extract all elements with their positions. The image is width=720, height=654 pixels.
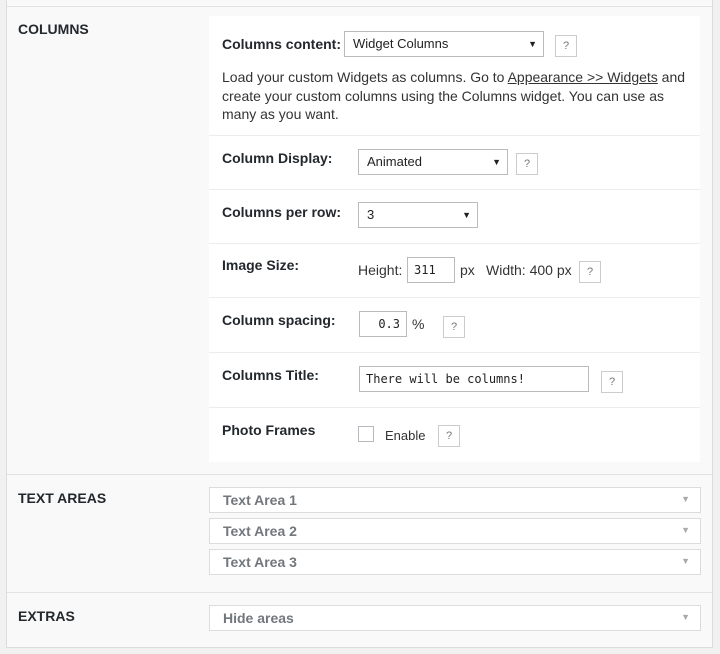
height-label: Height: <box>358 262 403 278</box>
section-title-columns: COLUMNS <box>18 21 89 37</box>
columns-per-row-value: 3 <box>367 207 375 222</box>
columns-content-value: Widget Columns <box>353 36 449 51</box>
row-columns-content: Columns content: Widget Columns ▼ ? Load… <box>209 16 700 136</box>
divider <box>7 592 712 593</box>
width-text: Width: 400 px <box>486 262 572 278</box>
columns-per-row-select[interactable]: 3 ▼ <box>358 202 478 228</box>
columns-settings-box: Columns content: Widget Columns ▼ ? Load… <box>209 16 700 462</box>
hide-areas-label: Hide areas <box>223 610 294 626</box>
help-button[interactable]: ? <box>438 425 460 447</box>
row-photo-frames: Photo Frames Enable ? <box>209 408 700 462</box>
columns-content-label: Columns content: <box>222 36 341 52</box>
chevron-down-icon: ▼ <box>528 39 537 49</box>
chevron-down-icon: ▼ <box>681 556 690 566</box>
divider <box>7 6 712 7</box>
text-area-3-toggle[interactable]: Text Area 3 ▼ <box>209 549 701 575</box>
chevron-down-icon: ▼ <box>681 494 690 504</box>
columns-content-description: Load your custom Widgets as columns. Go … <box>222 68 692 124</box>
chevron-down-icon: ▼ <box>492 157 501 167</box>
help-button[interactable]: ? <box>555 35 577 57</box>
help-button[interactable]: ? <box>579 261 601 283</box>
divider <box>7 474 712 475</box>
appearance-widgets-link[interactable]: Appearance >> Widgets <box>508 69 658 85</box>
hide-areas-toggle[interactable]: Hide areas ▼ <box>209 605 701 631</box>
image-height-input[interactable]: 311 <box>407 257 455 283</box>
enable-label: Enable <box>385 428 426 443</box>
help-button[interactable]: ? <box>443 316 465 338</box>
row-columns-per-row: Columns per row: 3 ▼ <box>209 190 700 244</box>
columns-per-row-label: Columns per row: <box>222 204 342 220</box>
text-area-1-label: Text Area 1 <box>223 492 297 508</box>
columns-title-label: Columns Title: <box>222 367 319 383</box>
text-area-2-label: Text Area 2 <box>223 523 297 539</box>
photo-frames-label: Photo Frames <box>222 422 316 438</box>
section-title-extras: EXTRAS <box>18 608 75 624</box>
photo-frames-checkbox[interactable] <box>358 426 374 442</box>
height-unit: px <box>460 262 475 278</box>
chevron-down-icon: ▼ <box>681 612 690 622</box>
help-button[interactable]: ? <box>601 371 623 393</box>
columns-content-select[interactable]: Widget Columns ▼ <box>344 31 544 57</box>
row-column-display: Column Display: Animated ▼ ? <box>209 136 700 190</box>
help-button[interactable]: ? <box>516 153 538 175</box>
description-text: Load your custom Widgets as columns. Go … <box>222 69 508 85</box>
column-spacing-label: Column spacing: <box>222 312 336 328</box>
column-display-select[interactable]: Animated ▼ <box>358 149 508 175</box>
column-display-label: Column Display: <box>222 150 333 166</box>
columns-title-input[interactable]: There will be columns! <box>359 366 589 392</box>
row-columns-title: Columns Title: There will be columns! ? <box>209 353 700 408</box>
section-title-text-areas: TEXT AREAS <box>18 490 107 506</box>
text-area-1-toggle[interactable]: Text Area 1 ▼ <box>209 487 701 513</box>
chevron-down-icon: ▼ <box>681 525 690 535</box>
text-area-2-toggle[interactable]: Text Area 2 ▼ <box>209 518 701 544</box>
row-column-spacing: Column spacing: 0.3 % ? <box>209 298 700 353</box>
settings-panel: COLUMNS Columns content: Widget Columns … <box>6 0 713 648</box>
row-image-size: Image Size: Height: 311 px Width: 400 px… <box>209 244 700 298</box>
chevron-down-icon: ▼ <box>462 210 471 220</box>
column-spacing-input[interactable]: 0.3 <box>359 311 407 337</box>
percent-unit: % <box>412 316 425 332</box>
image-size-label: Image Size: <box>222 257 300 273</box>
column-display-value: Animated <box>367 154 422 169</box>
text-area-3-label: Text Area 3 <box>223 554 297 570</box>
